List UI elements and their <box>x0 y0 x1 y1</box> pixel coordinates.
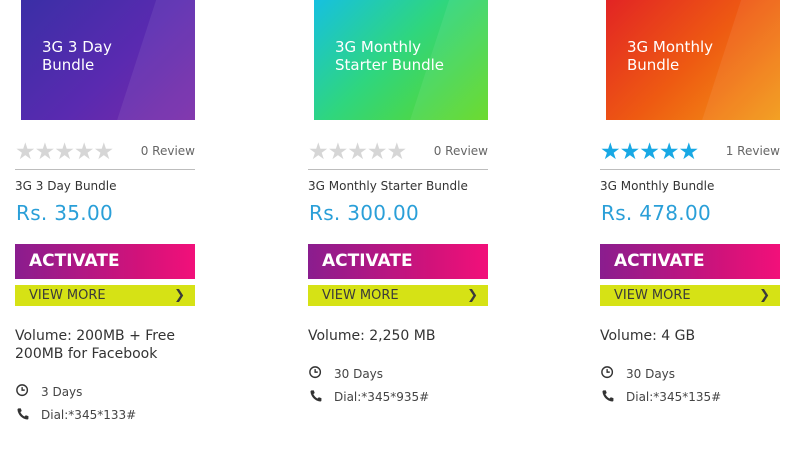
product-name[interactable]: 3G 3 Day Bundle <box>15 179 116 193</box>
banner-sheen <box>107 0 195 120</box>
review-count[interactable]: 1 Review <box>726 144 780 158</box>
clock-icon <box>601 366 614 379</box>
activate-button[interactable]: ACTIVATE <box>600 244 780 279</box>
product-name[interactable]: 3G Monthly Bundle <box>600 179 714 193</box>
view-more-label: VIEW MORE <box>29 288 106 303</box>
phone-icon <box>602 390 614 402</box>
validity-text: 3 Days <box>41 385 83 399</box>
divider <box>308 169 488 170</box>
bundle-card-3g-monthly: 3G Monthly Bundle ★★★★★ 1 Review 3G Mont… <box>600 0 780 404</box>
phone-icon <box>310 390 322 402</box>
star-rating-empty[interactable]: ★★★★★ <box>308 141 408 163</box>
product-price: Rs. 300.00 <box>309 201 420 225</box>
review-count[interactable]: 0 Review <box>434 144 488 158</box>
chevron-right-icon: ❯ <box>174 288 185 303</box>
activate-button[interactable]: ACTIVATE <box>15 244 195 279</box>
bundle-banner-image[interactable]: 3G Monthly Starter Bundle <box>314 0 488 120</box>
validity-text: 30 Days <box>334 367 384 381</box>
validity-row: 3 Days <box>15 384 82 399</box>
volume-text: Volume: 4 GB <box>600 328 696 344</box>
bundle-card-3g-3-day: 3G 3 Day Bundle ★★★★★ 0 Review 3G 3 Day … <box>15 0 195 422</box>
bundle-banner-image[interactable]: 3G Monthly Bundle <box>606 0 780 120</box>
activate-button[interactable]: ACTIVATE <box>308 244 488 279</box>
rating-row: ★★★★★ 0 Review <box>15 141 195 163</box>
view-more-label: VIEW MORE <box>322 288 399 303</box>
product-price: Rs. 35.00 <box>16 201 113 225</box>
bundle-card-3g-monthly-starter: 3G Monthly Starter Bundle ★★★★★ 0 Review… <box>308 0 488 404</box>
validity-row: 30 Days <box>600 366 675 381</box>
view-more-button[interactable]: VIEW MORE ❯ <box>308 285 488 306</box>
validity-row: 30 Days <box>308 366 383 381</box>
volume-text: Volume: 2,250 MB <box>308 328 436 344</box>
view-more-button[interactable]: VIEW MORE ❯ <box>600 285 780 306</box>
rating-row: ★★★★★ 0 Review <box>308 141 488 163</box>
clock-icon <box>309 366 322 379</box>
phone-icon <box>17 408 29 420</box>
banner-title: 3G Monthly Starter Bundle <box>335 38 445 74</box>
dial-code[interactable]: Dial:*345*135# <box>626 390 721 404</box>
clock-icon <box>16 384 29 397</box>
divider <box>15 169 195 170</box>
banner-title: 3G Monthly Bundle <box>627 38 713 74</box>
star-rating-empty[interactable]: ★★★★★ <box>15 141 115 163</box>
star-rating-filled[interactable]: ★★★★★ <box>600 141 700 163</box>
product-price: Rs. 478.00 <box>601 201 712 225</box>
bundle-banner-image[interactable]: 3G 3 Day Bundle <box>21 0 195 120</box>
review-count[interactable]: 0 Review <box>141 144 195 158</box>
chevron-right-icon: ❯ <box>467 288 478 303</box>
validity-text: 30 Days <box>626 367 676 381</box>
dial-row: Dial:*345*935# <box>308 389 429 404</box>
volume-text: Volume: 200MB + Free 200MB for Facebook <box>15 328 175 362</box>
dial-code[interactable]: Dial:*345*935# <box>334 390 429 404</box>
dial-row: Dial:*345*133# <box>15 407 136 422</box>
dial-row: Dial:*345*135# <box>600 389 721 404</box>
chevron-right-icon: ❯ <box>759 288 770 303</box>
product-name[interactable]: 3G Monthly Starter Bundle <box>308 179 468 193</box>
divider <box>600 169 780 170</box>
banner-title: 3G 3 Day Bundle <box>42 38 112 74</box>
dial-code[interactable]: Dial:*345*133# <box>41 408 136 422</box>
view-more-label: VIEW MORE <box>614 288 691 303</box>
rating-row: ★★★★★ 1 Review <box>600 141 780 163</box>
view-more-button[interactable]: VIEW MORE ❯ <box>15 285 195 306</box>
